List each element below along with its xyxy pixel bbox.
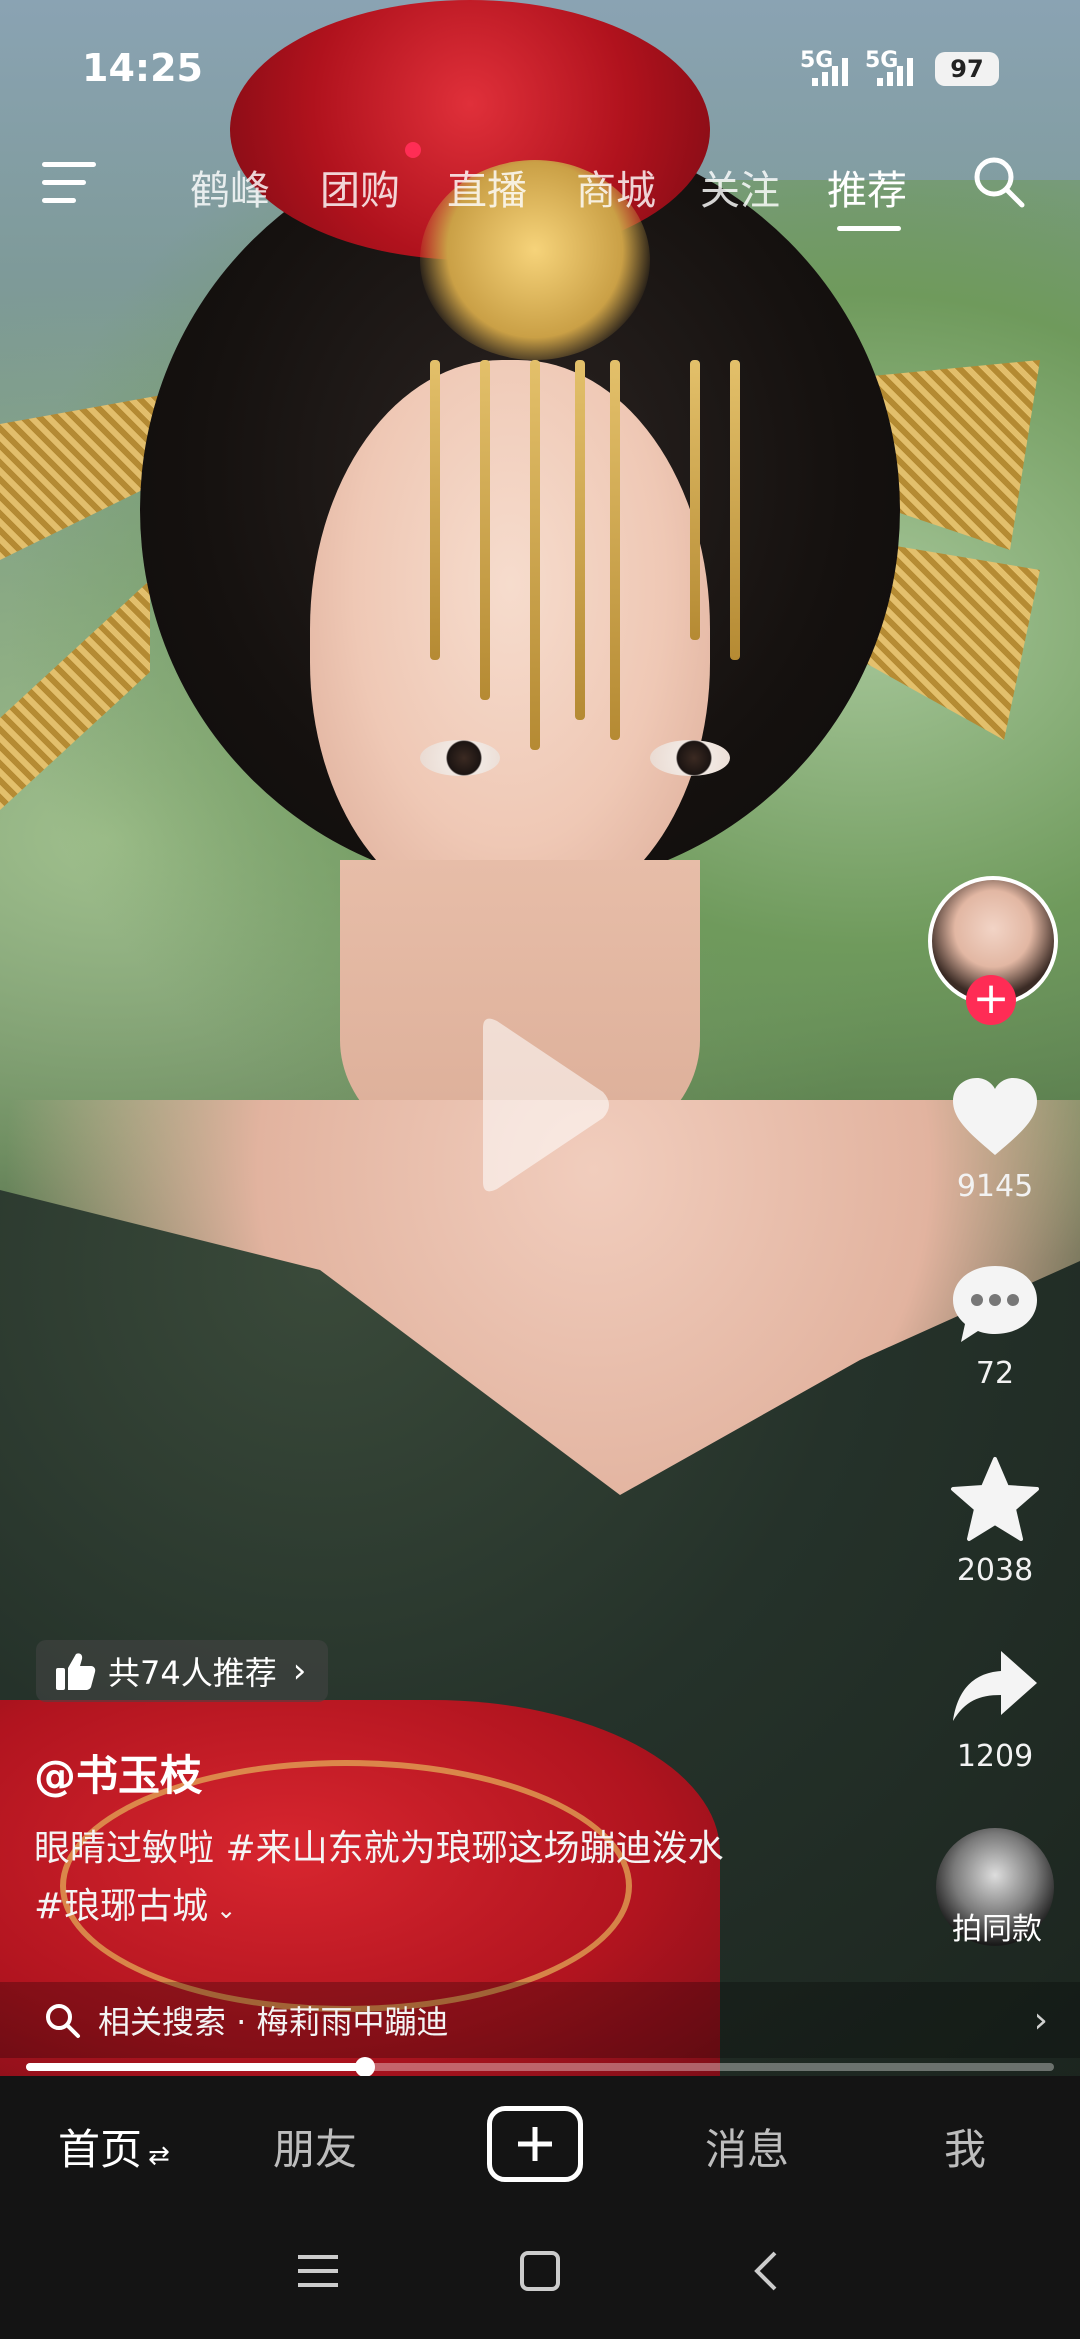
like-count: 9145 <box>956 1169 1034 1204</box>
recommend-text: 共74人推荐 <box>108 1654 277 1692</box>
tab-hefeng[interactable]: 鹤峰 <box>190 158 270 216</box>
related-search-bar[interactable]: 相关搜索 · 梅莉雨中蹦迪 › <box>0 1982 1080 2058</box>
gold-fringe <box>690 360 700 640</box>
hashtag-link[interactable]: #琅琊古城 <box>34 1886 208 1927</box>
share-action[interactable]: 1209 <box>925 1645 1065 1774</box>
post-description: 眼睛过敏啦 #来山东就为琅琊这场蹦迪泼水 #琅琊古城 ⌄ <box>34 1820 894 1939</box>
chevron-right-icon: › <box>1033 2000 1048 2041</box>
tab-recommend[interactable]: 推荐 <box>827 158 907 216</box>
tab-me[interactable]: 我 <box>944 2116 986 2177</box>
same-style-label[interactable]: 拍同款 <box>930 1904 1064 1948</box>
tab-messages[interactable]: 消息 <box>705 2116 789 2177</box>
tab-following[interactable]: 关注 <box>700 158 780 216</box>
tab-friends[interactable]: 朋友 <box>273 2116 357 2177</box>
search-icon[interactable] <box>970 153 1026 209</box>
recommend-pill[interactable]: 共74人推荐 › <box>36 1640 329 1702</box>
play-icon[interactable] <box>465 1010 615 1200</box>
recent-apps-icon[interactable] <box>288 2251 348 2291</box>
back-icon[interactable] <box>735 2251 795 2291</box>
star-icon[interactable] <box>949 1455 1041 1543</box>
tab-group-buy[interactable]: 团购 <box>320 158 400 216</box>
comment-count: 72 <box>975 1356 1015 1391</box>
tab-home[interactable]: 首页 ⇄ <box>58 2116 170 2177</box>
signal-icon <box>812 58 848 86</box>
chevron-down-icon[interactable]: ⌄ <box>216 1896 236 1924</box>
gold-fringe <box>530 360 540 750</box>
gold-fringe <box>575 360 585 720</box>
heart-icon[interactable] <box>949 1075 1041 1159</box>
status-time: 14:25 <box>82 46 203 90</box>
menu-icon[interactable] <box>42 162 96 204</box>
like-action[interactable]: 9145 <box>925 1075 1065 1204</box>
gold-fringe <box>430 360 440 660</box>
gold-fringe <box>610 360 620 740</box>
description-line-2: #琅琊古城 ⌄ <box>34 1878 894 1939</box>
description-line-1: 眼睛过敏啦 #来山东就为琅琊这场蹦迪泼水 <box>34 1828 724 1869</box>
system-nav-bar <box>0 2206 1080 2339</box>
eye-right <box>650 740 730 776</box>
favorite-action[interactable]: 2038 <box>925 1455 1065 1588</box>
active-tab-indicator <box>837 226 901 231</box>
battery-indicator: 97 <box>935 52 999 86</box>
face <box>310 360 710 920</box>
tab-live[interactable]: 直播 <box>447 158 527 216</box>
status-bar: 14:25 5G 5G 97 <box>0 0 1080 140</box>
comment-action[interactable]: 72 <box>925 1262 1065 1391</box>
tab-mall[interactable]: 商城 <box>576 158 656 216</box>
author-handle[interactable]: @书玉枝 <box>34 1742 202 1803</box>
chevron-right-icon: › <box>292 1651 307 1691</box>
related-search-text: 相关搜索 · 梅莉雨中蹦迪 <box>98 2003 449 2041</box>
follow-button[interactable]: + <box>966 975 1016 1025</box>
progress-fill <box>26 2063 366 2071</box>
home-button-icon[interactable] <box>510 2251 570 2291</box>
thumbs-up-icon <box>56 1653 96 1690</box>
share-arrow-icon[interactable] <box>949 1645 1041 1729</box>
comment-icon[interactable] <box>949 1262 1041 1346</box>
gold-fringe <box>480 360 490 700</box>
signal-icon <box>877 58 913 86</box>
add-post-button[interactable] <box>487 2106 583 2182</box>
search-icon <box>46 2004 80 2038</box>
gold-fringe <box>730 360 740 660</box>
share-count: 1209 <box>956 1739 1034 1774</box>
video-progress-bar[interactable] <box>26 2057 1054 2077</box>
favorite-count: 2038 <box>956 1553 1034 1588</box>
bottom-nav: 首页 ⇄ 朋友 消息 我 <box>0 2076 1080 2206</box>
tab-home-label: 首页 <box>58 2125 143 2174</box>
eye-left <box>420 740 500 776</box>
notification-dot <box>405 142 421 158</box>
switch-icon: ⇄ <box>148 2141 170 2171</box>
